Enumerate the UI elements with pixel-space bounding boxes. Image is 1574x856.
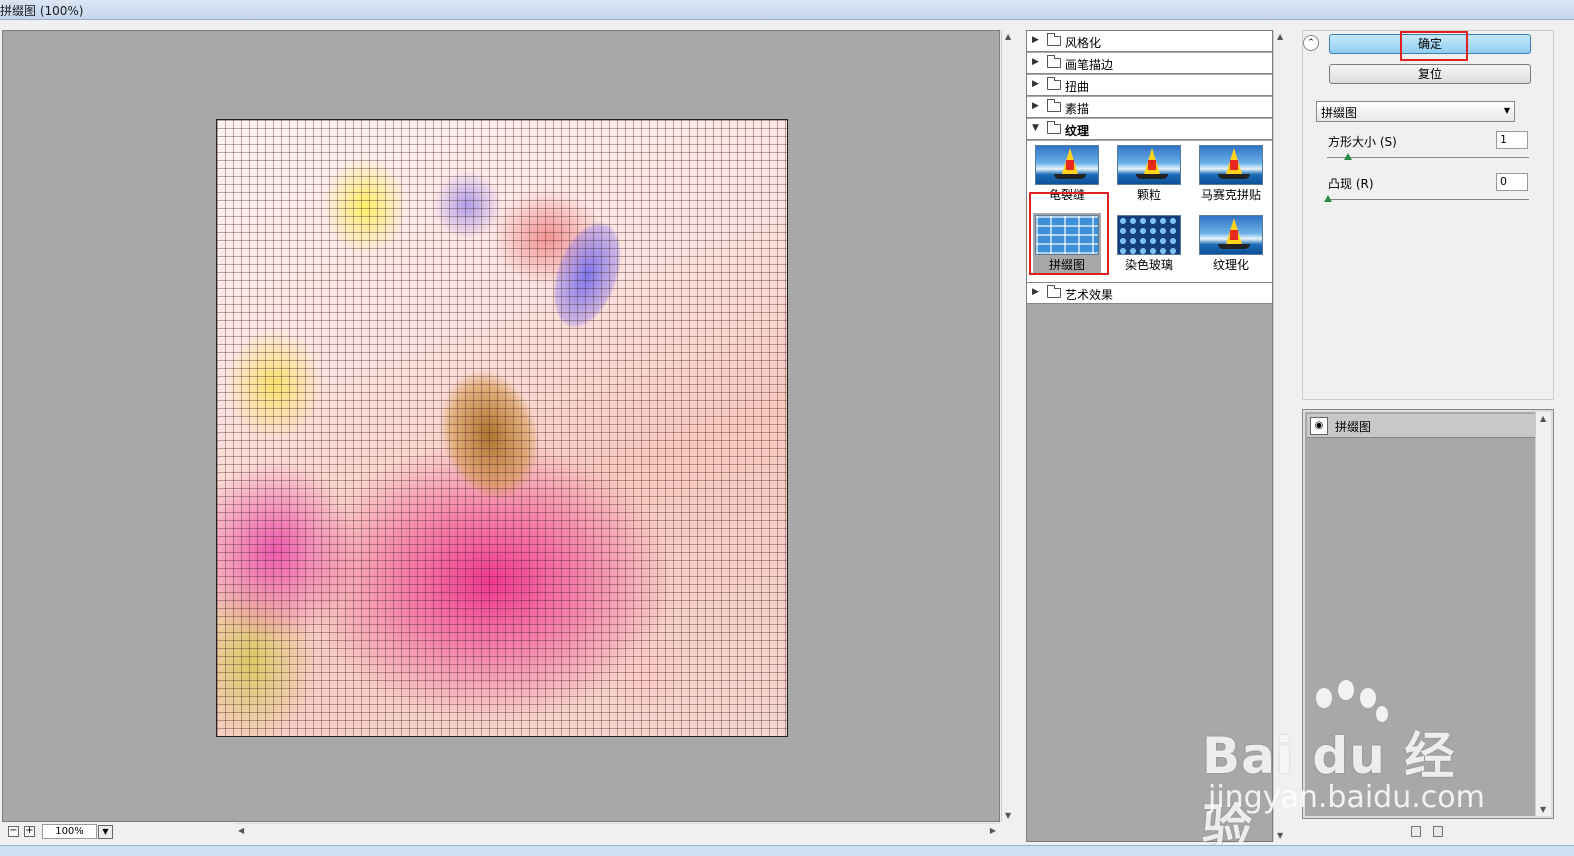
preview-image — [216, 119, 788, 737]
collapse-icon[interactable]: ⌃ — [1303, 35, 1319, 51]
patchwork-grid-overlay — [217, 120, 787, 736]
status-bar — [0, 845, 1574, 856]
filter-grain[interactable]: 颗粒 — [1115, 143, 1183, 203]
window-titlebar: 拼缀图 (100%) — [0, 0, 1574, 20]
relief-slider-knob[interactable] — [1324, 195, 1332, 202]
square-size-label: 方形大小 (S) — [1328, 135, 1397, 149]
square-size-input[interactable]: 1 — [1496, 131, 1528, 149]
scroll-left-icon[interactable]: ◀ — [238, 826, 244, 835]
filter-mosaic-tiles[interactable]: 马赛克拼贴 — [1197, 143, 1265, 203]
zoom-level-field[interactable]: 100% — [42, 824, 97, 839]
filter-select[interactable]: 拼缀图 ▼ — [1316, 101, 1515, 122]
zoom-in-icon[interactable]: + — [24, 826, 35, 837]
folder-icon — [1047, 285, 1061, 298]
relief-slider[interactable] — [1327, 199, 1529, 200]
category-artistic[interactable]: ▶ 艺术效果 — [1027, 283, 1272, 304]
relief-input[interactable]: 0 — [1496, 173, 1528, 191]
chevron-down-icon: ▼ — [1503, 106, 1510, 115]
expand-triangle-icon[interactable]: ▶ — [1032, 101, 1039, 111]
filter-texturizer[interactable]: 纹理化 — [1197, 213, 1265, 273]
folder-icon — [1047, 77, 1061, 90]
category-sketch[interactable]: ▶ 素描 — [1027, 97, 1272, 118]
filter-settings-panel — [1302, 30, 1554, 400]
folder-icon — [1047, 121, 1061, 134]
highlight-box — [1029, 192, 1109, 275]
filter-stained-glass[interactable]: 染色玻璃 — [1115, 213, 1183, 273]
scroll-down-icon[interactable]: ▼ — [1005, 811, 1011, 820]
reset-button[interactable]: 复位 — [1329, 64, 1531, 84]
expand-triangle-icon[interactable]: ▶ — [1032, 57, 1039, 67]
scroll-up-icon[interactable]: ▲ — [1005, 32, 1011, 41]
preview-vertical-scrollbar[interactable]: ▲ ▼ — [1001, 30, 1015, 822]
expand-triangle-icon[interactable]: ▶ — [1032, 287, 1039, 297]
preview-horizontal-scrollbar[interactable]: ◀ ▶ — [234, 823, 1000, 839]
effect-layer-item[interactable]: ◉ 拼缀图 — [1307, 414, 1537, 438]
scroll-up-icon[interactable]: ▲ — [1540, 414, 1546, 423]
layers-scrollbar[interactable]: ▲ ▼ — [1535, 412, 1551, 816]
filter-thumbnail — [1199, 145, 1263, 185]
expand-triangle-icon[interactable]: ▶ — [1032, 79, 1039, 89]
square-size-slider-knob[interactable] — [1344, 153, 1352, 160]
category-texture[interactable]: ▼ 纹理 — [1027, 119, 1272, 140]
zoom-out-icon[interactable]: − — [8, 826, 19, 837]
highlight-box — [1400, 31, 1468, 61]
square-size-slider[interactable] — [1327, 157, 1529, 158]
filter-thumbnail — [1117, 215, 1181, 255]
filter-thumbnail — [1199, 215, 1263, 255]
scroll-right-icon[interactable]: ▶ — [990, 826, 996, 835]
collapse-triangle-icon[interactable]: ▼ — [1032, 123, 1039, 133]
scroll-down-icon[interactable]: ▼ — [1540, 805, 1546, 814]
window-title: 拼缀图 (100%) — [0, 4, 84, 18]
category-distort[interactable]: ▶ 扭曲 — [1027, 75, 1272, 96]
preview-canvas[interactable] — [2, 30, 1000, 822]
filter-thumbnail — [1035, 145, 1099, 185]
category-stylize[interactable]: ▶ 风格化 — [1027, 31, 1272, 52]
folder-icon — [1047, 99, 1061, 112]
watermark-url: jingyan.baidu.com — [1208, 780, 1485, 815]
folder-icon — [1047, 55, 1061, 68]
filter-thumbnail — [1117, 145, 1181, 185]
zoom-bar: − + 100% ▼ — [2, 823, 234, 839]
relief-label: 凸现 (R) — [1328, 177, 1374, 191]
chevron-down-icon[interactable]: ▼ — [98, 825, 113, 839]
category-brush-strokes[interactable]: ▶ 画笔描边 — [1027, 53, 1272, 74]
expand-triangle-icon[interactable]: ▶ — [1032, 35, 1039, 45]
eye-icon[interactable]: ◉ — [1310, 417, 1328, 435]
folder-icon — [1047, 33, 1061, 46]
scroll-up-icon[interactable]: ▲ — [1277, 32, 1283, 41]
